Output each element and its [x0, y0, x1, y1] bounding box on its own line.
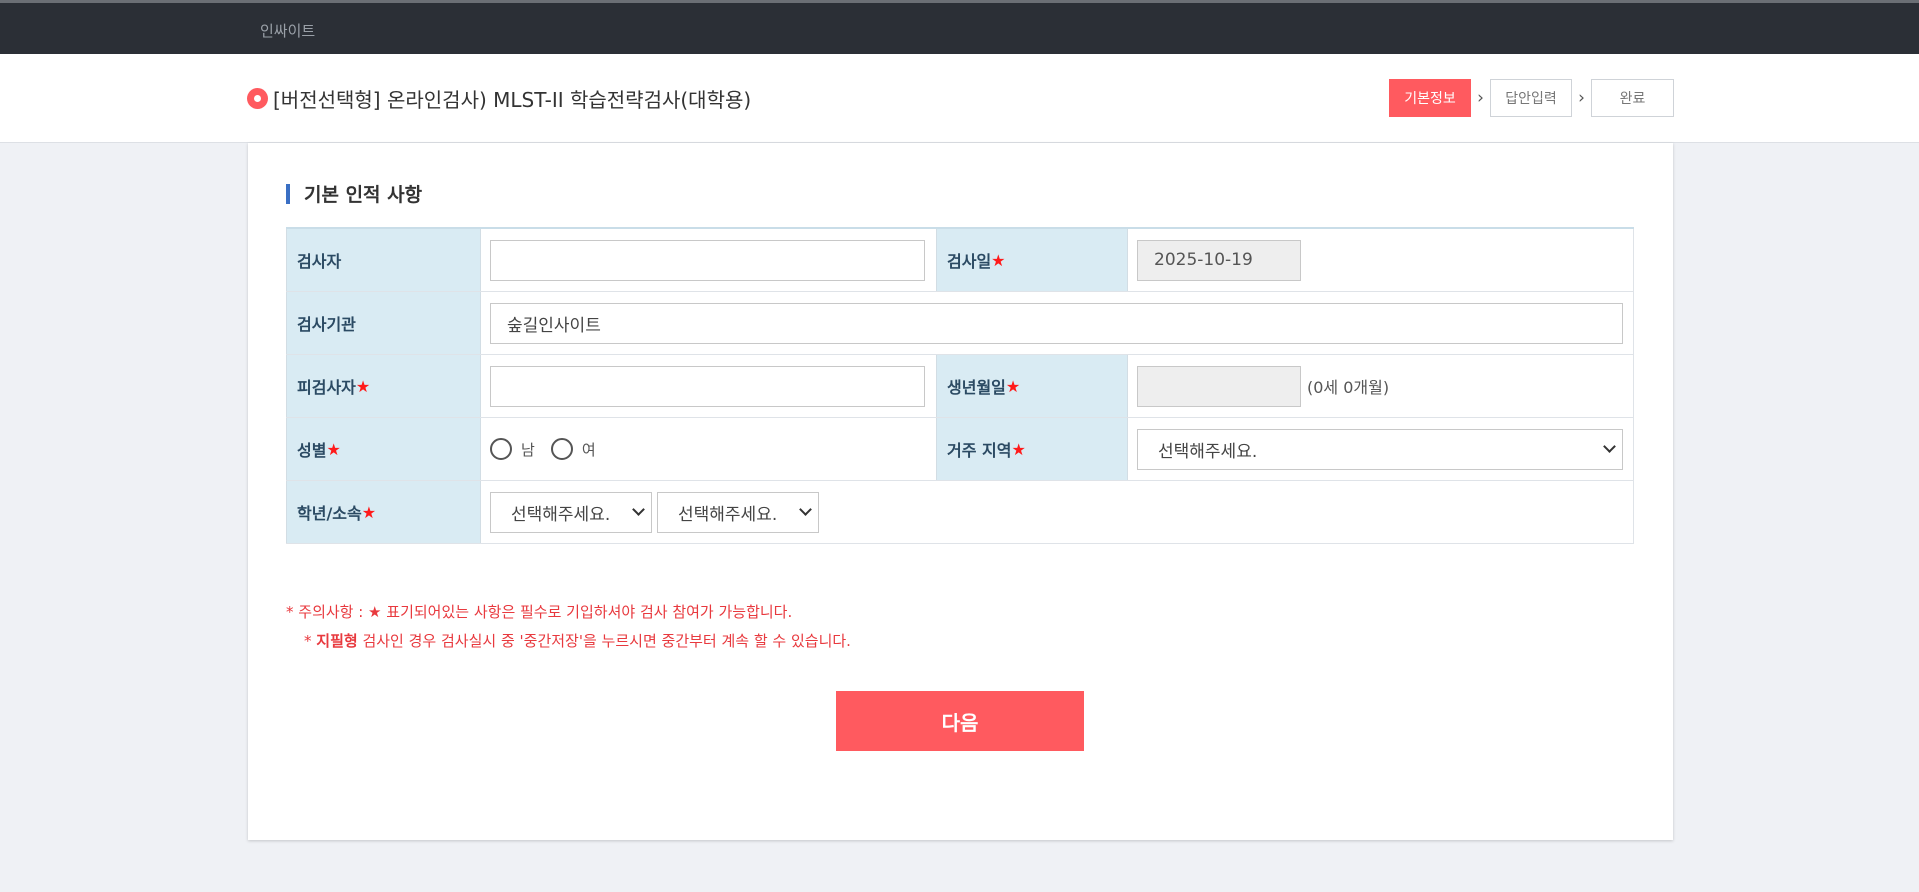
table-row: 검사기관: [286, 292, 1634, 355]
region-label: 거주 지역 ★: [936, 418, 1128, 480]
grade-select[interactable]: 선택해주세요.: [490, 491, 652, 533]
chevron-right-icon: ›: [1477, 88, 1484, 108]
examinee-label: 피검사자 ★: [286, 355, 481, 417]
page-title: [버전선택형] 온라인검사) MLST-II 학습전략검사(대학용): [273, 88, 752, 112]
top-navigation-bar: 인싸이트: [0, 0, 1919, 54]
gender-female-label[interactable]: 여: [582, 439, 596, 460]
exam-date-label: 검사일 ★: [936, 229, 1128, 291]
birth-date-cell: (0세 0개월): [1128, 355, 1634, 417]
birth-date-input[interactable]: [1137, 365, 1301, 407]
examiner-label: 검사자: [286, 229, 481, 291]
examinee-input[interactable]: [490, 365, 925, 407]
section-title: 기본 인적 사항: [304, 184, 423, 206]
chevron-right-icon: ›: [1578, 88, 1585, 108]
basic-info-table: 검사자 검사일★ 검사기관 피검사자★ 생년월일★ (0세: [286, 227, 1634, 544]
next-button[interactable]: 다음: [836, 691, 1084, 751]
affiliation-select[interactable]: 선택해주세요.: [657, 491, 819, 533]
step-basic-info: 기본정보: [1389, 79, 1471, 117]
table-row: 학년/소속 ★ 선택해주세요. 선택해주세요.: [286, 481, 1634, 544]
gender-female-radio[interactable]: [550, 438, 573, 460]
step-answer-input: 답안입력: [1490, 79, 1572, 117]
page-title-wrap: [버전선택형] 온라인검사) MLST-II 학습전략검사(대학용): [247, 84, 751, 113]
region-cell: 선택해주세요.: [1128, 418, 1634, 480]
brand-link[interactable]: 인싸이트: [260, 20, 315, 41]
institution-input[interactable]: [490, 302, 1623, 344]
notice-line-required: * 주의사항 : ★ 표기되어있는 사항은 필수로 기입하셔야 검사 참여가 가…: [286, 603, 793, 621]
grade-cell: 선택해주세요. 선택해주세요.: [481, 481, 1634, 543]
institution-cell: [481, 292, 1634, 354]
gender-male-radio[interactable]: [490, 438, 512, 460]
exam-date-input[interactable]: [1137, 239, 1301, 281]
gender-cell: 남 여: [481, 418, 936, 480]
section-bar-icon: [286, 183, 290, 204]
notice-text: * 주의사항 : ★ 표기되어있는 사항은 필수로 기입하셔야 검사 참여가 가…: [286, 598, 851, 656]
chevron-down-icon: [799, 503, 812, 516]
page-header: [버전선택형] 온라인검사) MLST-II 학습전략검사(대학용) 기본정보 …: [0, 54, 1919, 143]
table-row: 성별 ★ 남 여 거주 지역 ★ 선택해주세요.: [286, 418, 1634, 481]
section-header: 기본 인적 사항: [286, 180, 422, 207]
institution-label: 검사기관: [286, 292, 481, 354]
progress-steps: 기본정보 › 답안입력 › 완료: [1389, 79, 1674, 117]
notice-line-save: * 지필형 검사인 경우 검사실시 중 '중간저장'을 누르시면 중간부터 계속…: [304, 632, 851, 650]
gender-label: 성별 ★: [286, 418, 481, 480]
examinee-cell: [481, 355, 936, 417]
examiner-input[interactable]: [490, 239, 925, 281]
grade-select-value: 선택해주세요.: [511, 504, 611, 525]
gender-male-label[interactable]: 남: [521, 439, 535, 460]
form-card: 기본 인적 사항 검사자 검사일★ 검사기관 피검사자★ 생년: [248, 143, 1673, 840]
step-complete: 완료: [1591, 79, 1674, 117]
chevron-down-icon: [632, 503, 645, 516]
table-row: 피검사자 ★ 생년월일 ★ (0세 0개월): [286, 355, 1634, 418]
birth-date-label: 생년월일 ★: [936, 355, 1128, 417]
affiliation-select-value: 선택해주세요.: [678, 504, 778, 525]
grade-label: 학년/소속 ★: [286, 481, 481, 543]
region-select[interactable]: 선택해주세요.: [1137, 428, 1623, 470]
region-select-value: 선택해주세요.: [1158, 441, 1258, 462]
exam-date-cell: [1128, 229, 1634, 291]
chevron-down-icon: [1603, 440, 1616, 453]
record-dot-icon: [247, 88, 268, 109]
table-row: 검사자 검사일 ★: [286, 229, 1634, 292]
examiner-cell: [481, 229, 936, 291]
age-note: (0세 0개월): [1307, 378, 1390, 397]
